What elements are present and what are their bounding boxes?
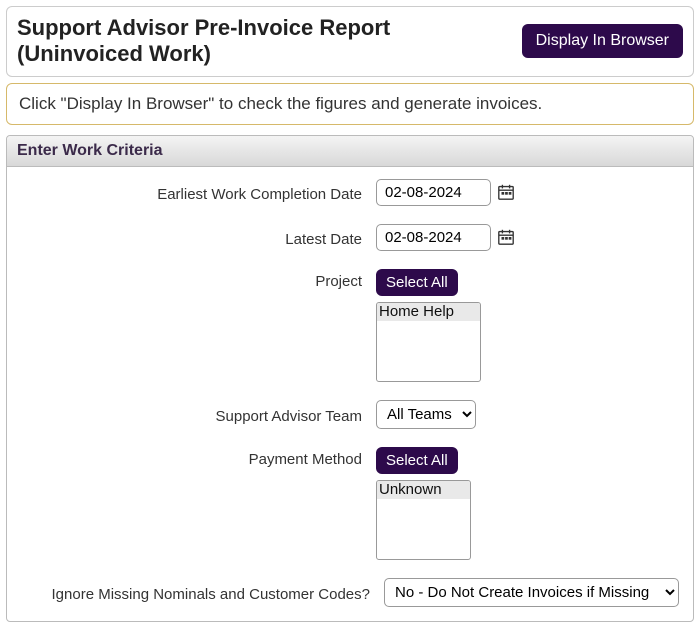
calendar-icon[interactable] bbox=[497, 228, 515, 246]
row-project: Project Select All Home Help bbox=[21, 269, 679, 382]
row-ignore-missing: Ignore Missing Nominals and Customer Cod… bbox=[21, 578, 679, 607]
project-option[interactable]: Home Help bbox=[377, 303, 480, 321]
info-message: Click "Display In Browser" to check the … bbox=[19, 94, 542, 113]
info-panel: Click "Display In Browser" to check the … bbox=[6, 83, 694, 125]
label-payment: Payment Method bbox=[21, 447, 376, 468]
row-latest-date: Latest Date bbox=[21, 224, 679, 251]
label-team: Support Advisor Team bbox=[21, 404, 376, 425]
criteria-panel: Enter Work Criteria Earliest Work Comple… bbox=[6, 135, 694, 622]
calendar-icon[interactable] bbox=[497, 183, 515, 201]
label-latest-date: Latest Date bbox=[21, 227, 376, 248]
title-panel: Support Advisor Pre-Invoice Report (Unin… bbox=[6, 6, 694, 77]
row-payment: Payment Method Select All Unknown bbox=[21, 447, 679, 560]
project-listbox[interactable]: Home Help bbox=[376, 302, 481, 382]
project-select-all-button[interactable]: Select All bbox=[376, 269, 458, 296]
display-in-browser-button[interactable]: Display In Browser bbox=[522, 24, 683, 58]
row-team: Support Advisor Team All Teams bbox=[21, 400, 679, 429]
criteria-header: Enter Work Criteria bbox=[7, 136, 693, 167]
payment-select-all-button[interactable]: Select All bbox=[376, 447, 458, 474]
earliest-date-input[interactable] bbox=[376, 179, 491, 206]
label-earliest-date: Earliest Work Completion Date bbox=[21, 182, 376, 203]
payment-option[interactable]: Unknown bbox=[377, 481, 470, 499]
label-project: Project bbox=[21, 269, 376, 290]
latest-date-input[interactable] bbox=[376, 224, 491, 251]
team-select[interactable]: All Teams bbox=[376, 400, 476, 429]
row-earliest-date: Earliest Work Completion Date bbox=[21, 179, 679, 206]
label-ignore-missing: Ignore Missing Nominals and Customer Cod… bbox=[21, 582, 384, 603]
criteria-body: Earliest Work Completion Date Latest Dat… bbox=[7, 167, 693, 621]
payment-listbox[interactable]: Unknown bbox=[376, 480, 471, 560]
ignore-missing-select[interactable]: No - Do Not Create Invoices if Missing bbox=[384, 578, 679, 607]
page-title: Support Advisor Pre-Invoice Report (Unin… bbox=[17, 15, 512, 68]
